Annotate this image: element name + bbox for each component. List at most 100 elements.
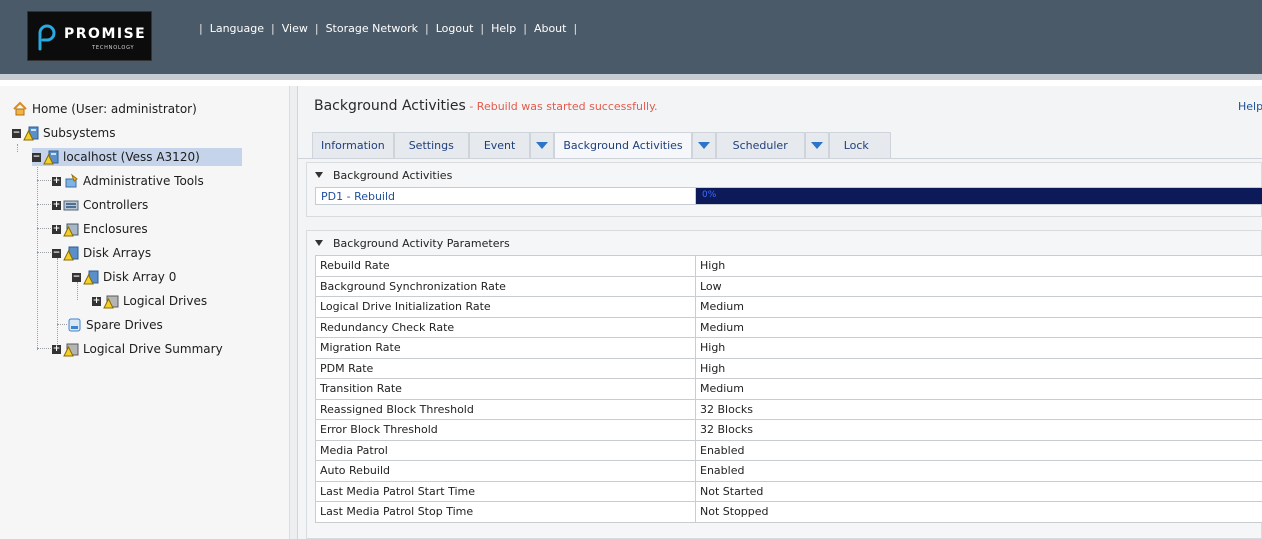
activity-link[interactable]: PD1 - Rebuild: [316, 188, 696, 204]
tree-item-logical-drive-summary[interactable]: + Logical Drive Summary: [52, 340, 227, 358]
expand-icon[interactable]: +: [52, 176, 61, 186]
table-row: Background Synchronization Rate Low: [315, 275, 1262, 297]
tab-event[interactable]: Event: [468, 132, 531, 158]
parameter-value: High: [695, 255, 1262, 277]
parameter-name: Error Block Threshold: [315, 419, 696, 441]
tree-item-disk-array-0[interactable]: − Disk Array 0: [72, 268, 180, 286]
tab-scheduler[interactable]: Scheduler: [715, 132, 805, 158]
tab-settings[interactable]: Settings: [393, 132, 469, 158]
parameter-name: Migration Rate: [315, 337, 696, 359]
navigation-tree: Home (User: administrator) − Subsystems …: [0, 86, 290, 539]
top-banner: PROMISE TECHNOLOGY | Language | View | S…: [0, 0, 1262, 80]
table-row: PDM Rate High: [315, 357, 1262, 379]
parameter-value: 32 Blocks: [695, 419, 1262, 441]
tab-lock[interactable]: Lock: [828, 132, 891, 158]
controller-icon: [63, 200, 79, 211]
tree-item-enclosures[interactable]: + Enclosures: [52, 220, 152, 238]
activity-row: PD1 - Rebuild 0%: [315, 187, 1262, 205]
table-row: Migration Rate High: [315, 337, 1262, 359]
parameters-section: Background Activity Parameters Rebuild R…: [306, 230, 1262, 539]
parameter-name: Redundancy Check Rate: [315, 316, 696, 338]
parameter-name: Background Synchronization Rate: [315, 275, 696, 297]
tree-item-spare-drives[interactable]: Spare Drives: [66, 316, 167, 334]
parameter-value: Enabled: [695, 460, 1262, 482]
nav-view[interactable]: View: [282, 22, 308, 35]
tab-information[interactable]: Information: [312, 132, 394, 158]
status-message: - Rebuild was started successfully.: [465, 100, 658, 113]
collapse-arrow-icon: [315, 240, 323, 246]
tab-bar: Information Settings Event Background Ac…: [312, 132, 891, 158]
rebuild-progress-bar: 0%: [696, 188, 1262, 204]
expand-icon[interactable]: +: [52, 200, 61, 210]
top-navigation: | Language | View | Storage Network | Lo…: [199, 21, 578, 35]
help-link[interactable]: Help: [1238, 100, 1262, 113]
table-row: Transition Rate Medium: [315, 378, 1262, 400]
page-title: Background Activities - Rebuild was star…: [314, 98, 658, 114]
enclosure-warning-icon: [63, 223, 79, 237]
progress-label: 0%: [702, 190, 717, 200]
spare-drive-icon: [68, 318, 81, 332]
tab-background-activities[interactable]: Background Activities: [554, 132, 692, 158]
parameter-name: Last Media Patrol Stop Time: [315, 501, 696, 523]
table-row: Reassigned Block Threshold 32 Blocks: [315, 398, 1262, 420]
disk-array-warning-icon: [63, 246, 79, 261]
table-row: Redundancy Check Rate Medium: [315, 316, 1262, 338]
tree-item-home[interactable]: Home (User: administrator): [12, 100, 201, 118]
table-row: Last Media Patrol Stop Time Not Stopped: [315, 501, 1262, 523]
tree-item-disk-arrays[interactable]: − Disk Arrays: [52, 244, 155, 262]
collapse-icon[interactable]: −: [12, 128, 21, 138]
event-dropdown[interactable]: [530, 132, 555, 158]
tree-item-controllers[interactable]: + Controllers: [52, 196, 152, 214]
collapse-icon[interactable]: −: [32, 152, 41, 162]
collapse-icon[interactable]: −: [72, 272, 81, 282]
chevron-down-icon: [697, 142, 710, 149]
parameter-value: Enabled: [695, 439, 1262, 461]
brand-subtitle: TECHNOLOGY: [92, 45, 135, 51]
tree-item-subsystems[interactable]: − Subsystems: [12, 124, 119, 142]
table-row: Auto Rebuild Enabled: [315, 460, 1262, 482]
parameter-value: 32 Blocks: [695, 398, 1262, 420]
logical-drive-warning-icon: [103, 295, 119, 309]
tree-item-logical-drives[interactable]: + Logical Drives: [92, 292, 211, 310]
nav-about[interactable]: About: [534, 22, 567, 35]
parameter-name: Logical Drive Initialization Rate: [315, 296, 696, 318]
expand-icon[interactable]: +: [92, 296, 101, 306]
parameter-name: PDM Rate: [315, 357, 696, 379]
subsystem-warning-icon: [23, 126, 39, 141]
scheduler-dropdown[interactable]: [804, 132, 829, 158]
brand-name: PROMISE: [64, 26, 147, 42]
chevron-down-icon: [536, 142, 549, 149]
tools-icon: [65, 173, 78, 188]
nav-help[interactable]: Help: [491, 22, 516, 35]
disk-array-warning-icon: [83, 270, 99, 285]
parameter-value: Medium: [695, 296, 1262, 318]
home-icon: [13, 101, 27, 116]
background-activities-header[interactable]: Background Activities: [307, 163, 1261, 187]
chevron-down-icon: [810, 142, 823, 149]
expand-icon[interactable]: +: [52, 344, 61, 354]
table-row: Rebuild Rate High: [315, 255, 1262, 277]
logical-drive-warning-icon: [63, 343, 79, 357]
parameters-header[interactable]: Background Activity Parameters: [307, 231, 1261, 255]
parameter-value: Medium: [695, 316, 1262, 338]
parameter-name: Rebuild Rate: [315, 255, 696, 277]
nav-logout[interactable]: Logout: [436, 22, 474, 35]
expand-icon[interactable]: +: [52, 224, 61, 234]
table-row: Error Block Threshold 32 Blocks: [315, 419, 1262, 441]
subsystem-warning-icon: [43, 150, 59, 165]
panel-splitter[interactable]: [290, 86, 298, 539]
parameter-name: Reassigned Block Threshold: [315, 398, 696, 420]
parameter-name: Media Patrol: [315, 439, 696, 461]
collapse-icon[interactable]: −: [52, 248, 61, 258]
parameter-name: Transition Rate: [315, 378, 696, 400]
nav-language[interactable]: Language: [210, 22, 264, 35]
background-activities-dropdown[interactable]: [691, 132, 716, 158]
parameter-name: Last Media Patrol Start Time: [315, 480, 696, 502]
tree-item-localhost[interactable]: − localhost (Vess A3120): [32, 148, 242, 166]
promise-mark-icon: [38, 24, 56, 51]
parameter-name: Auto Rebuild: [315, 460, 696, 482]
nav-storage-network[interactable]: Storage Network: [326, 22, 418, 35]
parameter-value: Medium: [695, 378, 1262, 400]
parameter-value: Not Stopped: [695, 501, 1262, 523]
tree-item-administrative-tools[interactable]: + Administrative Tools: [52, 172, 208, 190]
